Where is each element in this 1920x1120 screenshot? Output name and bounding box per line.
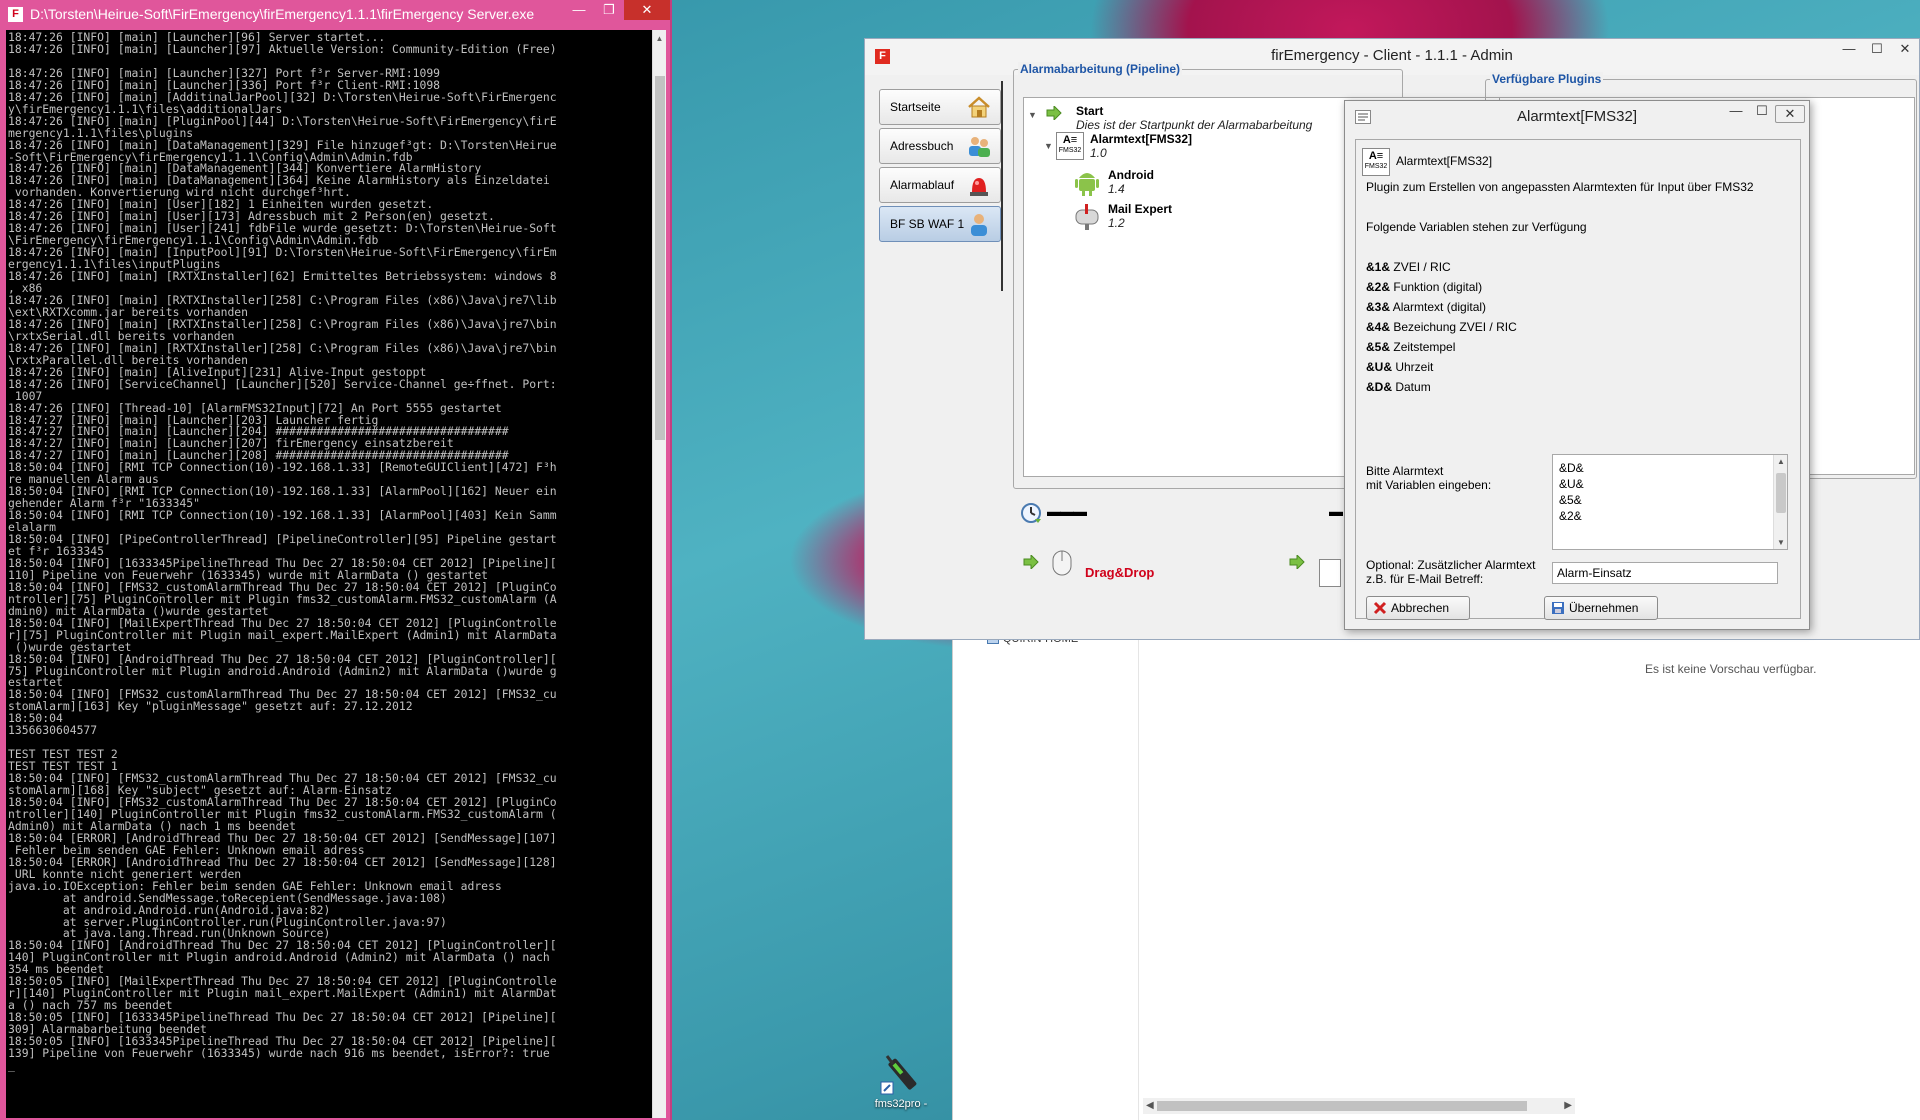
app-icon: F [8, 7, 23, 22]
variable-row: &D& Datum [1366, 380, 1431, 394]
explorer-window: QUIRIN-HOME Es ist keine Vorschau verfüg… [952, 600, 1920, 1120]
app-icon: F [875, 49, 890, 64]
scrollbar-thumb[interactable] [1157, 1101, 1527, 1111]
console-log-text: 18:47:26 [INFO] [main] [Launcher][96] Se… [8, 30, 557, 1072]
apply-button[interactable]: Übernehmen [1544, 596, 1658, 620]
console-titlebar[interactable]: F D:\Torsten\Heirue-Soft\FirEmergency\fi… [0, 0, 670, 28]
horizontal-scrollbar[interactable]: ◀ ▶ [1143, 1098, 1575, 1114]
client-title: firEmergency - Client - 1.1.1 - Admin [1271, 47, 1513, 64]
preview-message: Es ist keine Vorschau verfügbar. [1645, 662, 1817, 676]
tree-node-start[interactable]: Start Dies ist der Startpunkt der Alarma… [1076, 104, 1312, 132]
contacts-icon [969, 137, 990, 157]
green-arrow-icon [1046, 106, 1062, 120]
variable-row: &4& Bezeichung ZVEI / RIC [1366, 320, 1517, 334]
mailbox-icon [1075, 204, 1099, 230]
timer-dash: ▬▬▬ [1047, 503, 1087, 519]
maximize-button[interactable]: ☐ [1863, 39, 1891, 59]
fms32-text-icon: A≡ FMS32 [1362, 148, 1390, 176]
green-arrow-icon [1289, 555, 1305, 569]
dialog-titlebar[interactable]: Alarmtext[FMS32] — ☐ ✕ [1345, 101, 1809, 133]
console-window: F D:\Torsten\Heirue-Soft\FirEmergency\fi… [0, 0, 672, 1120]
antenna-radio-icon [879, 1052, 923, 1096]
user-icon [971, 214, 987, 236]
maximize-button[interactable]: ☐ [1749, 101, 1775, 121]
tree-node-android[interactable]: Android 1.4 [1108, 168, 1154, 196]
minimize-button[interactable]: — [564, 0, 594, 20]
dialog-panel: A≡ FMS32 Alarmtext[FMS32] Plugin zum Ers… [1355, 139, 1801, 620]
variables-intro: Folgende Variablen stehen zur Verfügung [1366, 220, 1587, 234]
plugin-name: Alarmtext[FMS32] [1396, 154, 1493, 168]
variable-row: &2& Funktion (digital) [1366, 280, 1483, 294]
fms32-text-icon: A≡ FMS32 [1056, 132, 1084, 160]
nav-unit-button[interactable]: BF SB WAF 1 [879, 206, 1001, 242]
variable-row: &5& Zeitstempel [1366, 340, 1456, 354]
green-arrow-icon [1023, 555, 1039, 569]
textarea-label: Bitte Alarmtext mit Variablen eingeben: [1366, 464, 1492, 492]
alarmtext-textarea[interactable]: &D& &U& &5& &2& ▲ ▼ [1552, 454, 1788, 550]
subject-input[interactable] [1552, 562, 1778, 584]
home-icon [968, 96, 990, 118]
restore-button[interactable]: ❐ [594, 0, 624, 20]
scroll-down-icon[interactable]: ▼ [1774, 538, 1787, 547]
nav-label: Alarmablauf [890, 178, 955, 192]
minimize-button[interactable]: — [1723, 101, 1749, 121]
save-icon [1552, 602, 1564, 614]
plugin-description: Plugin zum Erstellen von angepassten Ala… [1366, 180, 1754, 194]
console-scrollbar[interactable]: ▲ [652, 30, 666, 1118]
scroll-left-icon[interactable]: ◀ [1146, 1098, 1154, 1114]
variable-row: &3& Alarmtext (digital) [1366, 300, 1487, 314]
scrollbar-thumb[interactable] [1776, 473, 1786, 513]
timer-dash-right: ▬ [1329, 503, 1343, 519]
mouse-icon [1052, 550, 1072, 576]
subject-label: Optional: Zusätzlicher Alarmtext z.B. fü… [1366, 558, 1536, 586]
variable-row: &U& Uhrzeit [1366, 360, 1434, 374]
collapse-icon[interactable]: ▼ [1044, 141, 1053, 151]
document-icon[interactable] [1319, 559, 1341, 587]
android-icon [1075, 173, 1099, 196]
text-plugin-icon [1355, 110, 1371, 124]
explorer-nav-pane: QUIRIN-HOME [953, 600, 1139, 1120]
drag-drop-label[interactable]: Drag&Drop [1085, 565, 1154, 580]
scroll-up-icon[interactable]: ▲ [653, 30, 666, 47]
textarea-lines: &D& &U& &5& &2& [1559, 461, 1584, 523]
nav-adressbuch-button[interactable]: Adressbuch [879, 128, 1001, 164]
pipeline-legend: Alarmabarbeitung (Pipeline) [1018, 62, 1183, 76]
collapse-icon[interactable]: ▼ [1028, 110, 1037, 120]
desktop-icon-label: fms32pro - [874, 1098, 928, 1110]
variable-row: &1& ZVEI / RIC [1366, 260, 1451, 274]
plugins-legend: Verfügbare Plugins [1490, 72, 1604, 86]
textarea-scrollbar[interactable]: ▲ ▼ [1773, 455, 1787, 549]
close-button[interactable]: ✕ [1891, 39, 1919, 59]
alarmtext-dialog: Alarmtext[FMS32] — ☐ ✕ A≡ FMS32 Alarmtex… [1344, 100, 1810, 630]
nav-label: Startseite [890, 100, 941, 114]
red-cross-icon [1373, 601, 1387, 615]
desktop-shortcut-fms32pro[interactable]: fms32pro - [866, 1052, 936, 1110]
console-output[interactable]: 18:47:26 [INFO] [main] [Launcher][96] Se… [6, 30, 652, 1118]
nav-label: Adressbuch [890, 139, 954, 153]
scroll-up-icon[interactable]: ▲ [1774, 457, 1787, 466]
nav-startseite-button[interactable]: Startseite [879, 89, 1001, 125]
nav-label: BF SB WAF 1 [890, 217, 965, 231]
nav-alarmablauf-button[interactable]: Alarmablauf [879, 167, 1001, 203]
scroll-right-icon[interactable]: ▶ [1564, 1098, 1572, 1114]
console-title: D:\Torsten\Heirue-Soft\FirEmergency\firE… [30, 6, 535, 22]
tree-node-mail-expert[interactable]: Mail Expert 1.2 [1108, 202, 1172, 230]
close-button[interactable]: ✕ [1775, 105, 1805, 123]
alarm-light-icon [970, 178, 988, 196]
close-button[interactable]: ✕ [624, 0, 670, 20]
minimize-button[interactable]: — [1835, 39, 1863, 59]
scrollbar-thumb[interactable] [655, 76, 665, 440]
tree-node-alarmtext[interactable]: Alarmtext[FMS32] 1.0 [1090, 132, 1192, 160]
timer-icon[interactable] [1019, 501, 1043, 525]
cancel-button[interactable]: Abbrechen [1366, 596, 1470, 620]
dialog-title: Alarmtext[FMS32] [1516, 108, 1638, 125]
